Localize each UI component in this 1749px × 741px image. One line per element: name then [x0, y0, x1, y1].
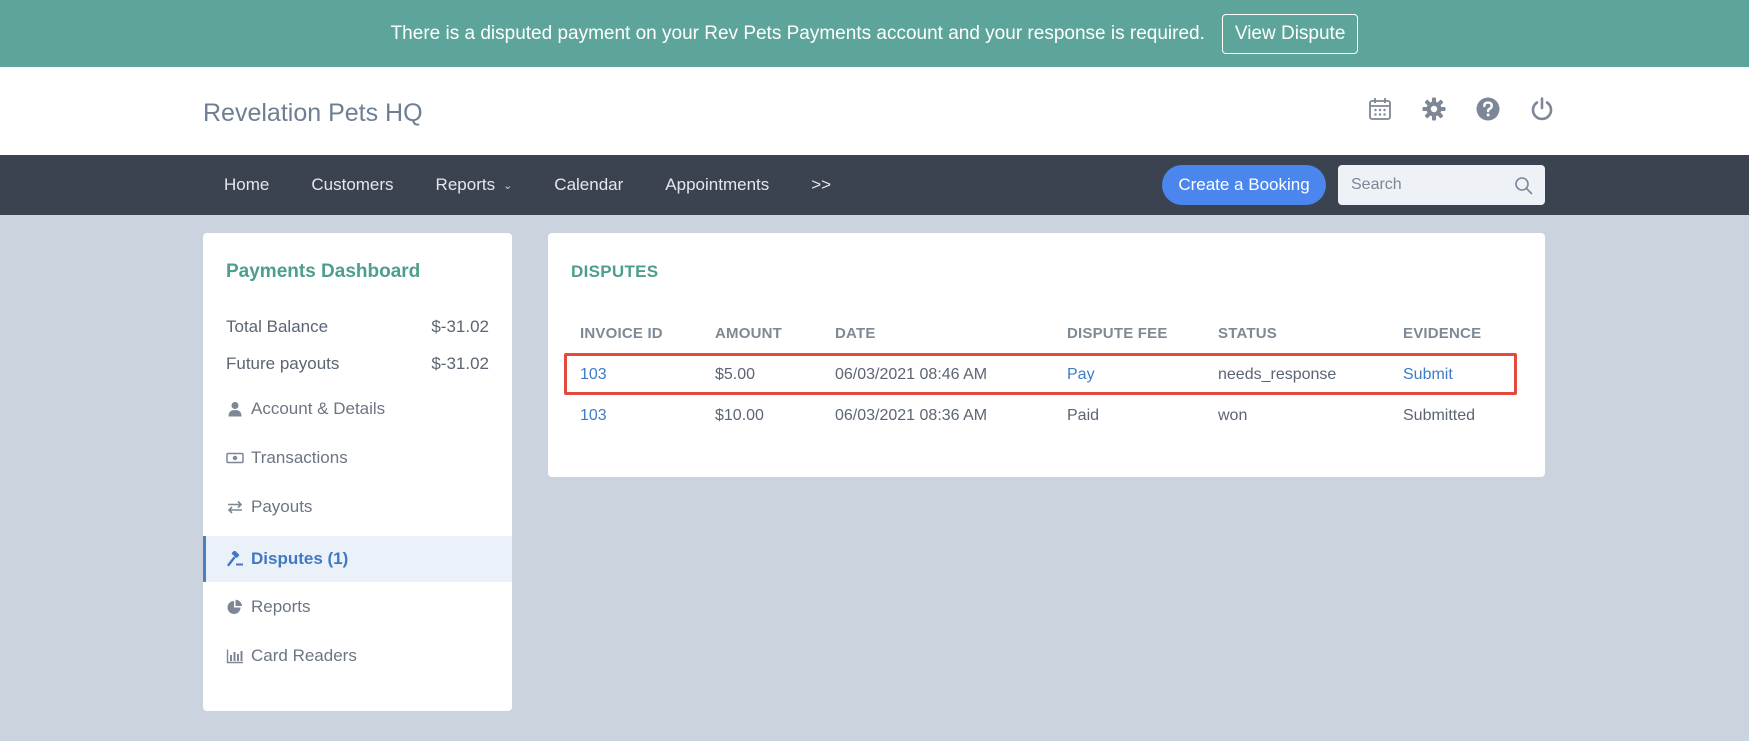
cash-icon	[226, 450, 244, 466]
balance-label: Total Balance	[226, 317, 329, 336]
nav-item-home[interactable]: Home	[203, 175, 290, 195]
nav-item-appointments[interactable]: Appointments	[644, 175, 790, 195]
exchange-icon	[226, 499, 244, 515]
invoice-id-link[interactable]: 103	[580, 366, 607, 384]
nav-item-label: Calendar	[554, 175, 624, 194]
sidebar-item-label: Account & Details	[251, 399, 386, 418]
payments-sidebar: Payments Dashboard Total Balance $-31.02…	[203, 233, 512, 711]
disputes-title: DISPUTES	[571, 262, 659, 281]
pie-chart-icon	[226, 599, 244, 615]
sidebar-item-label: Payouts	[251, 497, 313, 516]
dispute-fee-status: Paid	[1067, 407, 1100, 424]
nav-item-label: >>	[811, 175, 832, 194]
balance-value: $-31.02	[431, 317, 489, 336]
sidebar-item-reports[interactable]: Reports	[203, 584, 512, 630]
main-navbar: Home Customers Reports ⌄ Calendar Appoint…	[0, 155, 1749, 215]
brand-title: Revelation Pets HQ	[203, 99, 423, 127]
sidebar-item-payouts[interactable]: Payouts	[203, 484, 512, 530]
pay-fee-link[interactable]: Pay	[1067, 366, 1095, 384]
disputes-card: DISPUTES INVOICE ID AMOUNT DATE DISPUTE …	[548, 233, 1545, 477]
submit-evidence-link[interactable]: Submit	[1403, 366, 1453, 384]
nav-item-customers[interactable]: Customers	[290, 175, 414, 195]
top-header: Revelation Pets HQ	[0, 67, 1749, 155]
search-icon[interactable]	[1514, 176, 1533, 195]
user-icon	[226, 401, 244, 417]
column-header-date: DATE	[835, 325, 876, 342]
dispute-banner: There is a disputed payment on your Rev …	[0, 0, 1749, 67]
balance-value: $-31.02	[431, 354, 489, 373]
dispute-date: 06/03/2021 08:36 AM	[835, 407, 988, 424]
sidebar-title: Payments Dashboard	[226, 261, 421, 282]
nav-item-reports[interactable]: Reports ⌄	[415, 175, 534, 195]
sidebar-item-card-readers[interactable]: Card Readers	[203, 633, 512, 679]
gavel-icon	[226, 551, 244, 567]
banner-message: There is a disputed payment on your Rev …	[390, 22, 1205, 44]
sidebar-item-label: Card Readers	[251, 646, 357, 665]
dispute-date: 06/03/2021 08:46 AM	[835, 366, 988, 383]
evidence-status: Submitted	[1403, 407, 1476, 424]
future-payouts-row: Future payouts $-31.02	[226, 354, 489, 374]
gear-icon[interactable]	[1420, 95, 1448, 123]
sidebar-item-disputes[interactable]: Disputes (1)	[203, 536, 512, 582]
view-dispute-button[interactable]: View Dispute	[1221, 13, 1359, 54]
sidebar-item-label: Disputes (1)	[251, 549, 349, 568]
balance-label: Future payouts	[226, 354, 340, 373]
sidebar-item-label: Reports	[251, 597, 311, 616]
bar-chart-icon	[226, 648, 244, 664]
create-booking-button[interactable]: Create a Booking	[1162, 165, 1326, 205]
nav-item-label: Reports	[435, 175, 496, 194]
column-header-invoice-id: INVOICE ID	[580, 325, 663, 342]
search-input[interactable]	[1351, 176, 1501, 194]
column-header-dispute-fee: DISPUTE FEE	[1067, 325, 1168, 342]
column-header-amount: AMOUNT	[715, 325, 783, 342]
column-header-evidence: EVIDENCE	[1403, 325, 1482, 342]
sidebar-item-label: Transactions	[251, 448, 348, 467]
nav-item-label: Customers	[311, 175, 394, 194]
help-icon[interactable]	[1474, 95, 1502, 123]
dispute-amount: $10.00	[715, 407, 764, 424]
nav-item-calendar[interactable]: Calendar	[533, 175, 644, 195]
search-box	[1338, 165, 1545, 205]
dispute-status: won	[1218, 407, 1248, 424]
nav-item-more[interactable]: >>	[790, 175, 852, 195]
total-balance-row: Total Balance $-31.02	[226, 317, 489, 337]
chevron-down-icon: ⌄	[503, 179, 513, 192]
dispute-status: needs_response	[1218, 366, 1337, 383]
sidebar-item-transactions[interactable]: Transactions	[203, 435, 512, 481]
invoice-id-link[interactable]: 103	[580, 407, 607, 425]
nav-menu: Home Customers Reports ⌄ Calendar Appoint…	[203, 155, 852, 215]
calendar-icon[interactable]	[1366, 95, 1394, 123]
nav-item-label: Home	[224, 175, 270, 194]
nav-item-label: Appointments	[665, 175, 770, 194]
header-icons	[1340, 95, 1556, 123]
dispute-amount: $5.00	[715, 366, 756, 383]
column-header-status: STATUS	[1218, 325, 1277, 342]
power-icon[interactable]	[1528, 95, 1556, 123]
sidebar-item-account-details[interactable]: Account & Details	[203, 386, 512, 432]
